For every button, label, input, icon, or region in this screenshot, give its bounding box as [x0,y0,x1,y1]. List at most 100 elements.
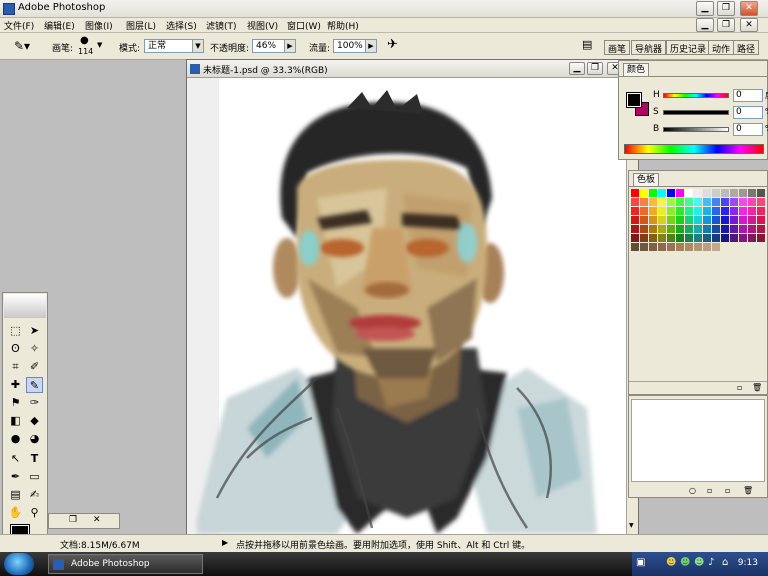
swatch[interactable] [721,207,729,215]
new-document-icon[interactable]: ▫ [707,486,712,495]
clock[interactable]: 9:13 [738,558,758,568]
swatch[interactable] [694,234,702,242]
swatch[interactable] [739,216,747,224]
swatch[interactable] [721,216,729,224]
slice-icon[interactable]: ✐ [26,359,43,375]
start-button[interactable] [4,553,34,575]
rectangle-icon[interactable]: ▭ [26,469,43,485]
swatch[interactable] [667,198,675,206]
type-icon[interactable]: T [26,451,43,467]
swatch[interactable] [631,243,639,251]
menu-help[interactable]: 帮助(H) [327,19,359,32]
brush-dropdown-icon[interactable]: ▼ [97,41,102,49]
hand-icon[interactable]: ✋ [7,505,24,521]
color-foreground-swatch[interactable] [626,92,642,108]
swatch[interactable] [676,234,684,242]
delete-swatch-icon[interactable]: 🗑 [752,383,762,392]
brush-tool-preset-icon[interactable]: ✎▾ [14,39,30,53]
swatch[interactable] [658,216,666,224]
swatch[interactable] [712,189,720,197]
swatch[interactable] [658,189,666,197]
swatch[interactable] [685,225,693,233]
swatch[interactable] [694,216,702,224]
opacity-input[interactable]: 46% ▶ [252,39,296,53]
tab-history[interactable]: 历史记录 [666,40,711,55]
s-slider[interactable] [663,110,729,115]
swatch[interactable] [676,225,684,233]
swatch[interactable] [667,189,675,197]
color-ramp[interactable] [624,144,764,154]
history-list[interactable] [631,399,765,482]
crop-icon[interactable]: ⌗ [7,359,24,375]
swatch[interactable] [739,225,747,233]
swatch[interactable] [649,243,657,251]
swatch[interactable] [631,225,639,233]
swatch[interactable] [703,216,711,224]
swatch[interactable] [667,234,675,242]
document-maximize-button[interactable]: ❐ [587,62,603,75]
swatch[interactable] [667,225,675,233]
eraser-icon[interactable]: ◧ [7,413,24,429]
swatch[interactable] [748,243,756,251]
swatch[interactable] [748,234,756,242]
swatch[interactable] [631,234,639,242]
swatch[interactable] [676,216,684,224]
close-icon[interactable]: ✕ [93,515,101,525]
new-swatch-icon[interactable]: ▫ [737,383,742,392]
tab-color[interactable]: 颜色 [623,63,650,76]
swatch[interactable] [712,234,720,242]
network-icon[interactable]: ⌂ [722,557,728,568]
file-browser-icon[interactable]: ▤ [582,38,592,51]
document-title-bar[interactable]: 未标题-1.psd @ 33.3%(RGB) ▁ ❐ ✕ [187,60,638,78]
h-slider[interactable] [663,93,729,98]
swatch[interactable] [712,243,720,251]
trash-icon[interactable]: 🗑 [743,486,753,495]
swatch[interactable] [730,225,738,233]
pen-icon[interactable]: ✒ [7,469,24,485]
swatch[interactable] [685,243,693,251]
maximize-button[interactable]: ❐ [717,1,735,16]
airbrush-icon[interactable]: ✈ [387,37,398,52]
swatch[interactable] [658,243,666,251]
paint-bucket-icon[interactable]: ◆ [26,413,43,429]
swatch[interactable] [649,225,657,233]
swatch[interactable] [739,207,747,215]
swatch[interactable] [739,243,747,251]
swatch[interactable] [631,207,639,215]
lasso-icon[interactable]: ʘ [7,341,24,357]
swatch[interactable] [730,207,738,215]
swatch[interactable] [721,243,729,251]
notes-icon[interactable]: ▤ [7,487,24,503]
swatch[interactable] [649,189,657,197]
menu-edit[interactable]: 编辑(E) [44,19,75,32]
swatch[interactable] [712,207,720,215]
s-input[interactable]: 0 [733,106,763,119]
swatch[interactable] [748,207,756,215]
new-state-icon[interactable]: ▫ [725,486,730,495]
swatch[interactable] [703,207,711,215]
snapshot-icon[interactable]: ○ [689,486,696,495]
menu-select[interactable]: 选择(S) [166,19,197,32]
swatch[interactable] [685,234,693,242]
swatch[interactable] [676,243,684,251]
swatch[interactable] [730,198,738,206]
swatch[interactable] [721,225,729,233]
swatch[interactable] [640,198,648,206]
swatch[interactable] [730,189,738,197]
dodge-icon[interactable]: ◕ [26,431,43,447]
tab-actions[interactable]: 动作 [708,40,735,55]
taskbar-item-photoshop[interactable]: Adobe Photoshop [48,554,203,574]
swatch[interactable] [748,198,756,206]
tab-swatches[interactable]: 色板 [633,173,660,186]
swatch[interactable] [640,225,648,233]
user-icon[interactable]: ☻ [694,557,704,568]
swatch[interactable] [703,243,711,251]
b-slider[interactable] [663,127,729,132]
blur-icon[interactable]: ● [7,431,24,447]
h-input[interactable]: 0 [733,89,763,102]
swatch[interactable] [757,225,765,233]
swatch[interactable] [658,207,666,215]
adobe-online-icon[interactable] [4,294,46,318]
b-input[interactable]: 0 [733,123,763,136]
swatch[interactable] [757,189,765,197]
